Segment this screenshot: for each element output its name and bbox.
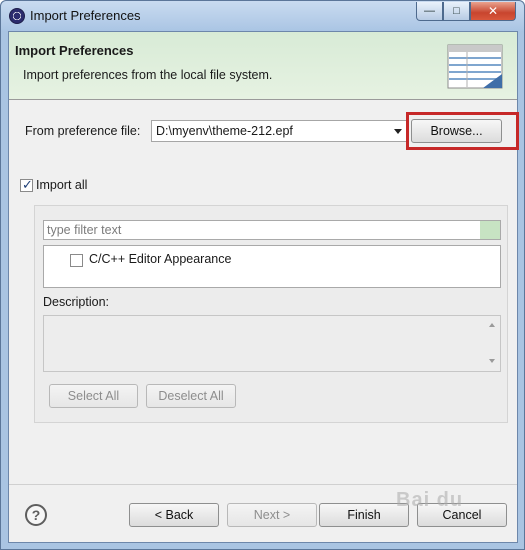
browse-button[interactable]: Browse... xyxy=(411,119,502,143)
select-all-button[interactable]: Select All xyxy=(49,384,138,408)
eclipse-logo-icon xyxy=(9,8,25,24)
baidu-watermark: Bai du xyxy=(396,489,464,511)
banner-title: Import Preferences xyxy=(15,43,134,58)
preference-file-combo[interactable]: D:\myenv\theme-212.epf xyxy=(151,120,407,142)
clear-filter-icon[interactable] xyxy=(480,221,500,239)
preferences-table-icon xyxy=(447,44,503,89)
banner-description: Import preferences from the local file s… xyxy=(23,68,273,82)
description-label: Description: xyxy=(43,295,109,309)
footer-divider xyxy=(9,484,517,485)
tree-item-checkbox[interactable] xyxy=(70,254,83,267)
back-button[interactable]: < Back xyxy=(129,503,219,527)
dialog-window: Import Preferences — □ ✕ Import Preferen… xyxy=(0,0,525,550)
deselect-all-button[interactable]: Deselect All xyxy=(146,384,236,408)
help-icon[interactable]: ? xyxy=(25,504,47,526)
close-button[interactable]: ✕ xyxy=(470,2,516,21)
next-button[interactable]: Next > xyxy=(227,503,317,527)
import-all-checkbox[interactable] xyxy=(20,177,33,193)
chevron-down-icon[interactable] xyxy=(394,129,402,134)
minimize-button[interactable]: — xyxy=(416,2,443,21)
filter-placeholder: type filter text xyxy=(47,223,122,237)
wizard-banner: Import Preferences Import preferences fr… xyxy=(9,32,517,100)
title-bar[interactable]: Import Preferences — □ ✕ xyxy=(1,1,524,31)
scroll-down-icon[interactable] xyxy=(489,359,495,363)
filter-input[interactable]: type filter text xyxy=(43,220,501,240)
description-text-area[interactable] xyxy=(43,315,501,372)
window-title: Import Preferences xyxy=(30,8,141,23)
dialog-body: Import Preferences Import preferences fr… xyxy=(8,31,519,543)
tree-item-label[interactable]: C/C++ Editor Appearance xyxy=(89,252,231,266)
import-all-label[interactable]: Import all xyxy=(36,178,87,192)
maximize-button[interactable]: □ xyxy=(443,2,470,21)
preferences-tree[interactable]: C/C++ Editor Appearance xyxy=(43,245,501,288)
preference-file-value: D:\myenv\theme-212.epf xyxy=(156,124,293,138)
preference-file-label: From preference file: xyxy=(25,124,141,138)
scroll-up-icon[interactable] xyxy=(489,323,495,327)
description-scrollbar[interactable] xyxy=(485,316,500,371)
